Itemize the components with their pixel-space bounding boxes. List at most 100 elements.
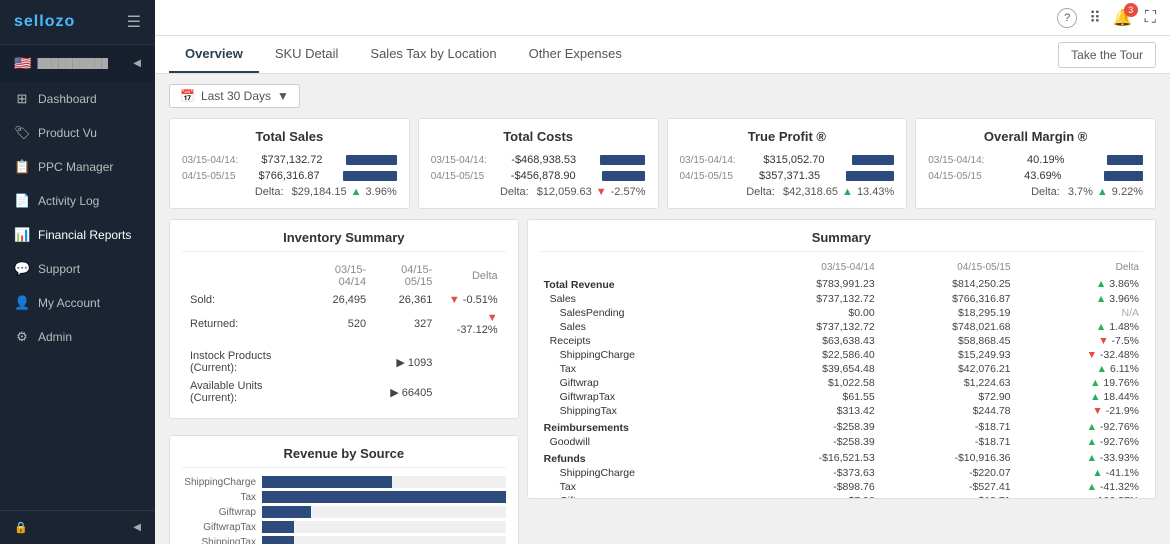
card-title-1: Total Costs: [431, 129, 646, 144]
summary-card-1: Total Costs 03/15-04/14: -$468,938.53 04…: [418, 118, 659, 209]
sidebar-item-activity-log[interactable]: 📄 Activity Log: [0, 184, 155, 218]
inventory-table: 03/15-04/14 04/15-05/15 Delta Sold: 26,4…: [182, 260, 506, 408]
inv-row2: Instock Products (Current): ▶ 1093: [184, 348, 504, 376]
bar-3-1: [1107, 155, 1143, 165]
topbar: ? ⠿ 🔔 3 ⛶: [155, 0, 1170, 36]
nav-icon-admin: ⚙: [14, 329, 30, 345]
nav-label-activity-log: Activity Log: [38, 194, 99, 208]
sidebar-bottom: 🔒 ◀: [0, 510, 155, 544]
sidebar-item-support[interactable]: 💬Support: [0, 252, 155, 286]
sum-row: ShippingTax $313.42 $244.78 ▼ -21.9%: [540, 404, 1143, 418]
bar-3-2: [1104, 171, 1143, 181]
summary-card-0: Total Sales 03/15-04/14: $737,132.72 04/…: [169, 118, 410, 209]
nav-icon-activity-log: 📄: [14, 193, 30, 209]
help-icon[interactable]: ?: [1057, 8, 1077, 28]
nav-label-dashboard: Dashboard: [38, 92, 97, 106]
sidebar-item-product-vu[interactable]: 🏷Product Vu: [0, 116, 155, 150]
sidebar-item-admin[interactable]: ⚙Admin: [0, 320, 155, 354]
sidebar-item-ppc-manager[interactable]: 📋PPC Manager: [0, 150, 155, 184]
sum-row: Sales $737,132.72 $748,021.68 ▲ 1.48%: [540, 320, 1143, 334]
chevron-down-icon: ▼: [277, 89, 289, 103]
sidebar-nav: ⊞ Dashboard 🏷Product Vu📋PPC Manager 📄 Activi…: [0, 82, 155, 510]
nav-icon-my-account: 👤: [14, 295, 30, 311]
revenue-title: Revenue by Source: [182, 446, 506, 468]
tour-button[interactable]: Take the Tour: [1058, 42, 1156, 68]
screen-icon[interactable]: ⛶: [1145, 9, 1156, 27]
sum-row: ShippingCharge $22,586.40 $15,249.93 ▼ -…: [540, 348, 1143, 362]
date-filter-label: Last 30 Days: [201, 89, 271, 103]
nav-label-financial-reports: Financial Reports: [38, 228, 131, 242]
inv-row: Sold: 26,495 26,361 ▼ -0.51%: [184, 292, 504, 308]
tab-other-expenses[interactable]: Other Expenses: [513, 36, 638, 73]
bar-1-1: [600, 155, 645, 165]
card-title-3: Overall Margin ®: [928, 129, 1143, 144]
sidebar-expand-icon[interactable]: ◀: [133, 522, 141, 533]
tabs-bar: OverviewSKU DetailSales Tax by LocationO…: [155, 36, 1170, 74]
summary-card-2: True Profit ® 03/15-04/14: $315,052.70 0…: [667, 118, 908, 209]
bar-0-1: [346, 155, 397, 165]
summary-panel: Summary 03/15-04/14 04/15-05/15 Delta To…: [527, 219, 1156, 499]
revenue-bar-fill: [262, 476, 392, 488]
nav-icon-dashboard: ⊞: [14, 91, 30, 107]
card-row2-2: 04/15-05/15 $357,371.35: [680, 170, 895, 182]
tab-sku-detail[interactable]: SKU Detail: [259, 36, 355, 73]
sidebar: sellozo ☰ 🇺🇸 ██████████ ◀ ⊞Dashboard🏷Pro…: [0, 0, 155, 544]
summary-title: Summary: [540, 230, 1143, 252]
nav-label-my-account: My Account: [38, 296, 100, 310]
revenue-panel: Revenue by Source ShippingCharge Tax Gif…: [169, 435, 519, 544]
sum-row: Tax -$898.76 -$527.41 ▲ -41.32%: [540, 480, 1143, 494]
revenue-bar-track: [262, 491, 506, 503]
tab-overview[interactable]: Overview: [169, 36, 259, 73]
nav-icon-product-vu: 🏷: [14, 125, 30, 141]
sidebar-item-dashboard[interactable]: ⊞ Dashboard: [0, 82, 155, 116]
nav-icon-ppc-manager: 📋: [14, 159, 30, 175]
sum-row: Sales $737,132.72 $766,316.87 ▲ 3.96%: [540, 292, 1143, 306]
nav-icon-financial-reports: 📊: [14, 227, 30, 243]
sidebar-item-financial-reports[interactable]: 📊 Financial Reports: [0, 218, 155, 252]
bar-0-2: [343, 171, 397, 181]
card-delta-2: Delta: $42,318.65 ▲ 13.43%: [680, 186, 895, 198]
revenue-bar-row: ShippingTax: [182, 536, 506, 544]
user-flag: 🇺🇸: [14, 55, 31, 72]
card-row2-3: 04/15-05/15 43.69%: [928, 170, 1143, 182]
summary-cards: Total Sales 03/15-04/14: $737,132.72 04/…: [169, 118, 1156, 209]
card-title-2: True Profit ®: [680, 129, 895, 144]
revenue-bar-label: ShippingCharge: [182, 477, 262, 488]
notification-count: 3: [1124, 3, 1138, 17]
inventory-title: Inventory Summary: [182, 230, 506, 252]
card-row1-1: 03/15-04/14: -$468,938.53: [431, 154, 646, 166]
user-name: ██████████: [37, 58, 108, 69]
hamburger-icon[interactable]: ☰: [127, 12, 141, 32]
revenue-bar-fill: [262, 536, 294, 544]
sum-row: Receipts $63,638.43 $58,868.45 ▼ -7.5%: [540, 334, 1143, 348]
revenue-bar-fill: [262, 506, 311, 518]
sidebar-item-my-account[interactable]: 👤 My Account: [0, 286, 155, 320]
revenue-bar-track: [262, 536, 506, 544]
bar-1-2: [602, 171, 645, 181]
revenue-bar-label: Tax: [182, 492, 262, 503]
revenue-bar-label: ShippingTax: [182, 537, 262, 544]
revenue-bar-label: Giftwrap: [182, 507, 262, 518]
main-content: ? ⠿ 🔔 3 ⛶ OverviewSKU DetailSales Tax by…: [155, 0, 1170, 544]
card-row2-1: 04/15-05/15 -$456,878.90: [431, 170, 646, 182]
inv-col1: 03/15-04/14: [308, 262, 372, 290]
left-panels: Inventory Summary 03/15-04/14 04/15-05/1…: [169, 219, 519, 544]
sum-col2: 04/15-05/15: [879, 260, 1015, 275]
revenue-bar-track: [262, 476, 506, 488]
card-delta-1: Delta: $12,059.63 ▼ -2.57%: [431, 186, 646, 198]
card-row1-0: 03/15-04/14: $737,132.72: [182, 154, 397, 166]
sum-row: Tax $39,654.48 $42,076.21 ▲ 6.11%: [540, 362, 1143, 376]
card-row2-0: 04/15-05/15 $766,316.87: [182, 170, 397, 182]
calendar-icon: 📅: [180, 89, 195, 103]
tab-sales-tax-by-location[interactable]: Sales Tax by Location: [354, 36, 512, 73]
grid-menu-icon[interactable]: ⠿: [1089, 8, 1101, 28]
bar-2-2: [846, 171, 894, 181]
nav-label-support: Support: [38, 262, 80, 276]
inv-col3: Delta: [440, 262, 503, 290]
sum-row: Giftwrap -$7.98 -$18.71 ▼ 106.27%: [540, 494, 1143, 499]
revenue-bar-label: GiftwrapTax: [182, 522, 262, 533]
sidebar-collapse-icon[interactable]: ◀: [133, 58, 141, 69]
sum-row: SalesPending $0.00 $18,295.19 N/A: [540, 306, 1143, 320]
date-filter[interactable]: 📅 Last 30 Days ▼: [169, 84, 300, 108]
notification-bell[interactable]: 🔔 3: [1113, 8, 1133, 28]
